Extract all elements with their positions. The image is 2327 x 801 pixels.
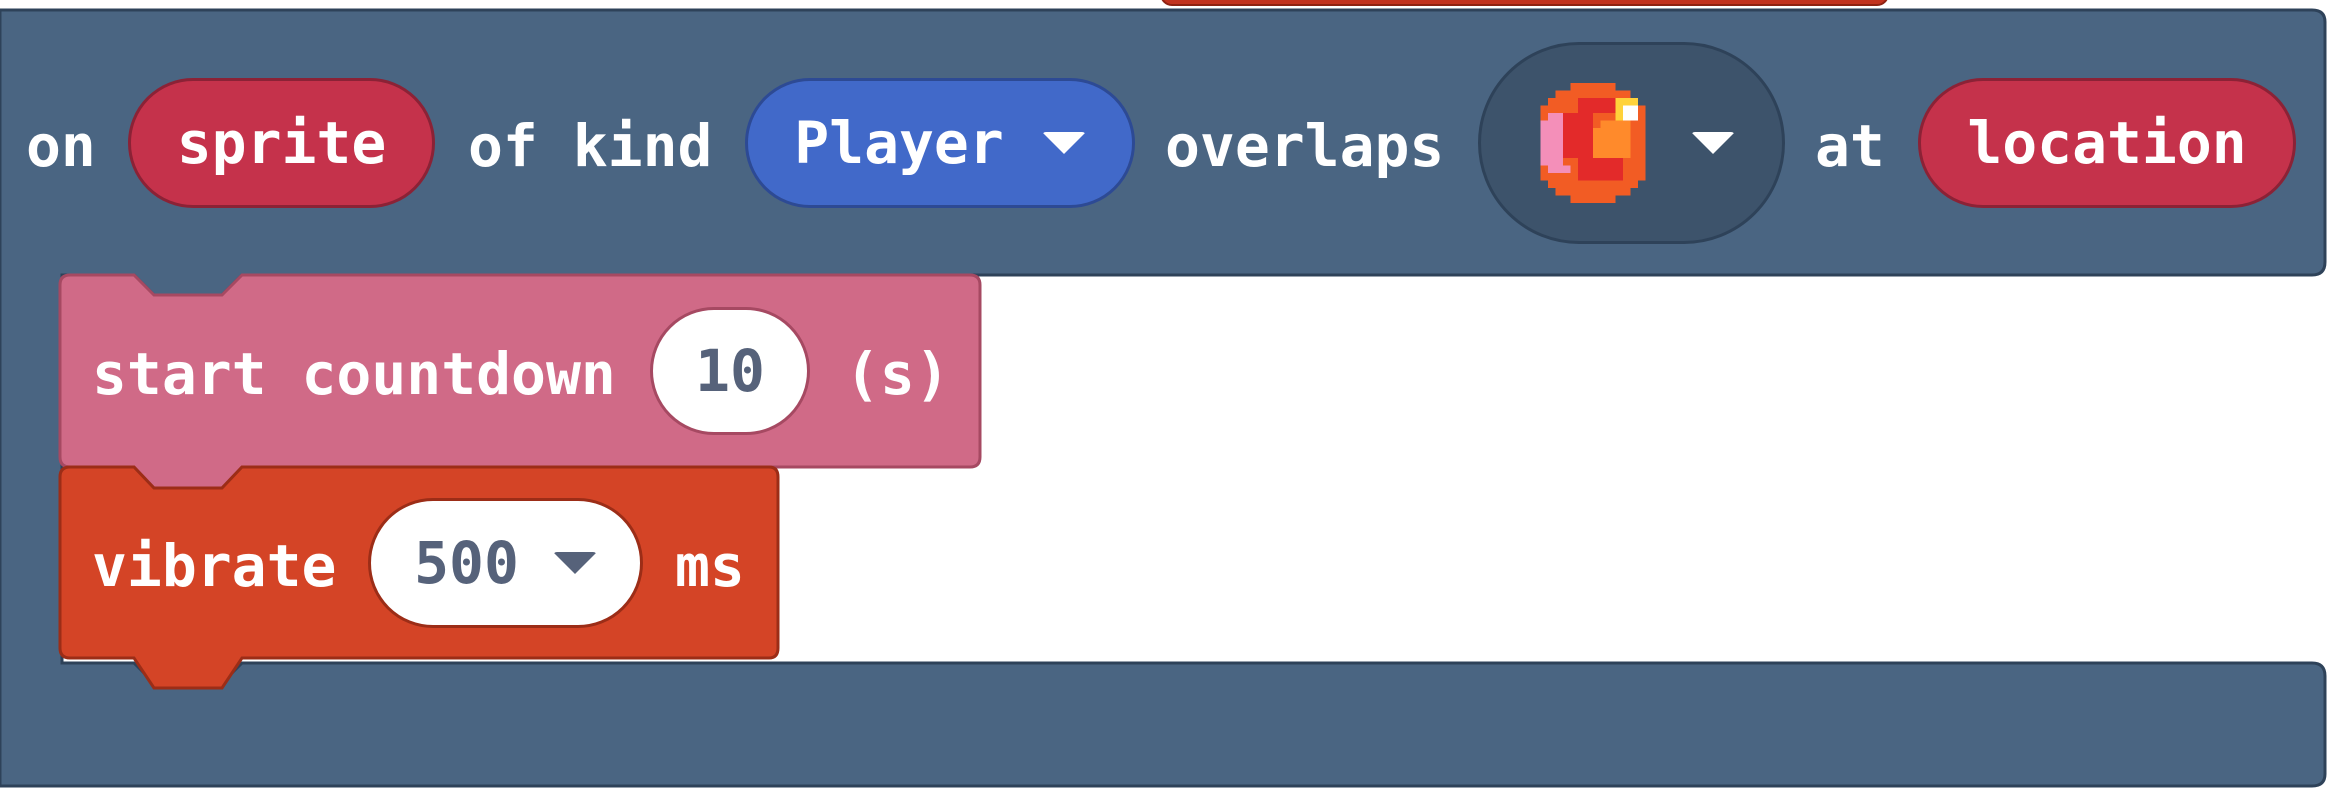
vibrate-block[interactable] xyxy=(0,0,2327,801)
vibrate-label: vibrate xyxy=(92,532,337,600)
vibrate-duration-dropdown[interactable]: 500 xyxy=(368,498,643,628)
ms-unit-label: ms xyxy=(675,532,745,600)
chevron-down-icon xyxy=(552,552,597,574)
vibrate-duration-value: 500 xyxy=(414,529,519,597)
